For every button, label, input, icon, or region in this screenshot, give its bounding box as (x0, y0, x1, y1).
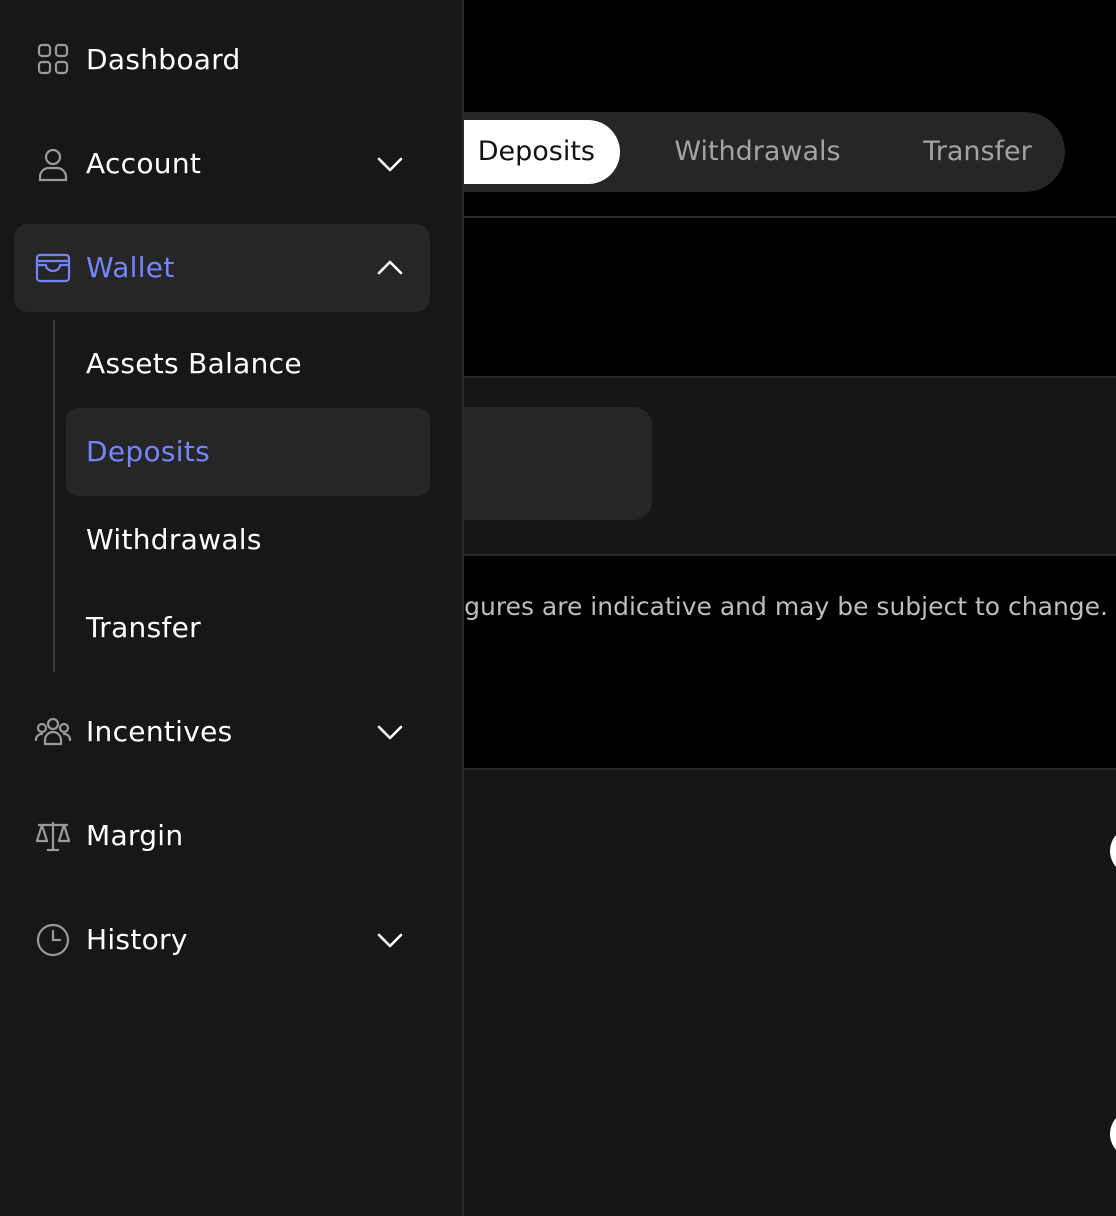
sidebar-subitem-label: Deposits (86, 435, 211, 468)
submenu-guide-line (53, 320, 55, 672)
sidebar-item-margin[interactable]: Margin (14, 792, 430, 880)
scale-icon (34, 817, 72, 855)
sidebar-subitem-withdrawals[interactable]: Withdrawals (66, 496, 430, 584)
content-section (463, 770, 1116, 1216)
chevron-down-icon[interactable] (376, 151, 404, 177)
wallet-icon (34, 249, 72, 287)
sidebar-item-label: Wallet (86, 251, 175, 284)
sidebar: Dashboard Account Wallet Assets Balance … (0, 0, 464, 1216)
user-icon (34, 145, 72, 183)
sidebar-item-account[interactable]: Account (14, 120, 430, 208)
users-group-icon (34, 713, 72, 751)
grid-icon (34, 41, 72, 79)
sidebar-item-dashboard[interactable]: Dashboard (14, 16, 430, 104)
sidebar-subitem-assets-balance[interactable]: Assets Balance (66, 320, 430, 408)
sidebar-item-history[interactable]: History (14, 896, 430, 984)
chevron-down-icon[interactable] (376, 927, 404, 953)
sidebar-item-label: Account (86, 147, 202, 180)
sidebar-subitem-transfer[interactable]: Transfer (66, 584, 430, 672)
chevron-down-icon[interactable] (376, 719, 404, 745)
chevron-up-icon[interactable] (376, 255, 404, 281)
sidebar-subitem-label: Assets Balance (86, 347, 302, 380)
sidebar-subitem-deposits[interactable]: Deposits (66, 408, 430, 496)
sidebar-item-label: Incentives (86, 715, 233, 748)
sidebar-item-incentives[interactable]: Incentives (14, 688, 430, 776)
sidebar-item-label: Margin (86, 819, 184, 852)
tab-transfer[interactable]: Transfer (900, 120, 1055, 184)
divider (463, 216, 1116, 218)
sidebar-item-label: History (86, 923, 188, 956)
divider (463, 376, 1116, 378)
sidebar-subitem-label: Transfer (86, 611, 201, 644)
sidebar-item-wallet[interactable]: Wallet (14, 224, 430, 312)
sidebar-item-label: Dashboard (86, 43, 241, 76)
divider (463, 554, 1116, 556)
tab-withdrawals[interactable]: Withdrawals (640, 120, 875, 184)
sidebar-subitem-label: Withdrawals (86, 523, 262, 556)
clock-icon (34, 921, 72, 959)
